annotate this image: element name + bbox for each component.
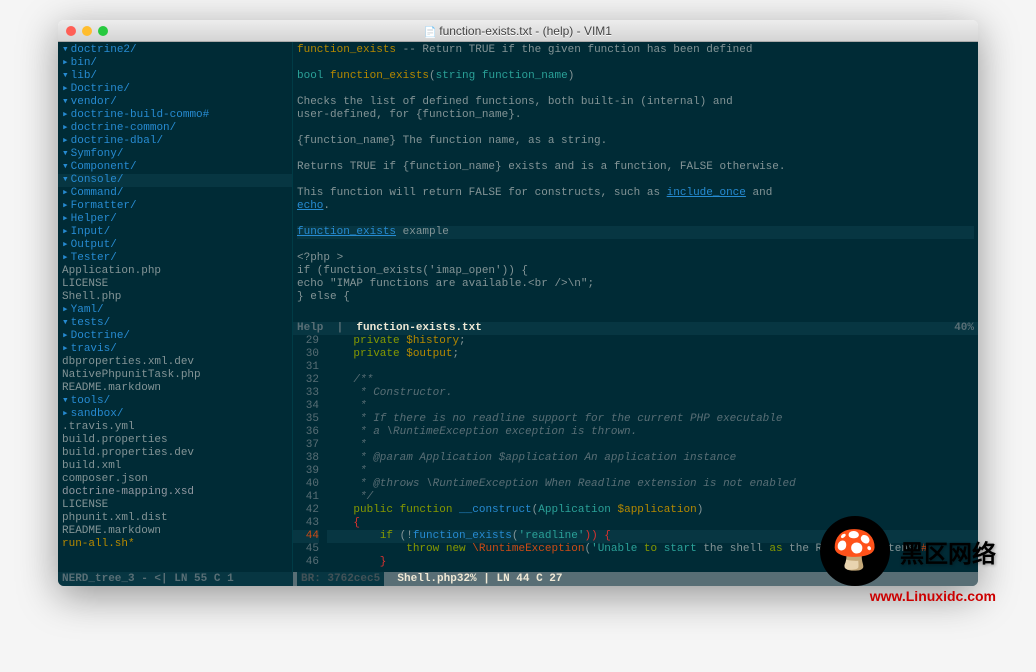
tree-statusbar: NERD_tree_3 - < | LN 55 C 1	[58, 572, 293, 586]
tree-row[interactable]: ▸ Command/	[58, 187, 292, 200]
tree-row[interactable]: run-all.sh*	[58, 538, 292, 551]
tree-row[interactable]: ▸ Doctrine/	[58, 83, 292, 96]
line-number: 46	[293, 556, 319, 569]
nerdtree-sidebar[interactable]: ▾ doctrine2/ ▸ bin/ ▾ lib/ ▸ Doctrine/ ▾…	[58, 42, 293, 572]
code-line[interactable]: * a \RuntimeException exception is throw…	[327, 426, 978, 439]
watermark-url: www.Linuxidc.com	[870, 588, 996, 604]
line-number: 37	[293, 439, 319, 452]
tree-row[interactable]: ▸ Helper/	[58, 213, 292, 226]
editor-content: ▾ doctrine2/ ▸ bin/ ▾ lib/ ▸ Doctrine/ ▾…	[58, 42, 978, 572]
editor-window: function-exists.txt - (help) - VIM1 ▾ do…	[58, 20, 978, 586]
tree-row[interactable]: README.markdown	[58, 382, 292, 395]
tree-row[interactable]: build.properties	[58, 434, 292, 447]
help-pane[interactable]: function_exists -- Return TRUE if the gi…	[293, 42, 978, 322]
tree-row[interactable]: ▸ doctrine-build-commo#	[58, 109, 292, 122]
code-line[interactable]	[327, 361, 978, 374]
code-line[interactable]: private $history;	[327, 335, 978, 348]
tree-row[interactable]: ▸ doctrine-common/	[58, 122, 292, 135]
tree-row[interactable]: NativePhpunitTask.php	[58, 369, 292, 382]
help-statusbar: Help | function-exists.txt 40%	[293, 322, 978, 335]
mushroom-icon: 🍄	[820, 516, 890, 586]
titlebar[interactable]: function-exists.txt - (help) - VIM1	[58, 20, 978, 42]
line-number: 44	[293, 530, 319, 543]
code-line[interactable]: * Constructor.	[327, 387, 978, 400]
tree-row[interactable]: build.xml	[58, 460, 292, 473]
tree-row[interactable]: Application.php	[58, 265, 292, 278]
tree-row[interactable]: doctrine-mapping.xsd	[58, 486, 292, 499]
watermark: 🍄 黑区网络 www.Linuxidc.com	[820, 516, 996, 586]
tree-row[interactable]: .travis.yml	[58, 421, 292, 434]
tree-row[interactable]: dbproperties.xml.dev	[58, 356, 292, 369]
tree-row[interactable]: ▸ doctrine-dbal/	[58, 135, 292, 148]
tree-row[interactable]: ▾ lib/	[58, 70, 292, 83]
tree-row[interactable]: build.properties.dev	[58, 447, 292, 460]
tree-row[interactable]: LICENSE	[58, 499, 292, 512]
tree-row[interactable]: ▸ travis/	[58, 343, 292, 356]
window-title: function-exists.txt - (help) - VIM1	[58, 24, 978, 38]
line-number: 30	[293, 348, 319, 361]
tree-row[interactable]: ▾ Component/	[58, 161, 292, 174]
tree-row[interactable]: ▾ Symfony/	[58, 148, 292, 161]
code-line[interactable]: * If there is no readline support for th…	[327, 413, 978, 426]
tree-row[interactable]: ▾ vendor/	[58, 96, 292, 109]
tree-row[interactable]: Shell.php	[58, 291, 292, 304]
tree-row[interactable]: ▸ Output/	[58, 239, 292, 252]
line-number: 43	[293, 517, 319, 530]
line-number: 40	[293, 478, 319, 491]
code-line[interactable]: private $output;	[327, 348, 978, 361]
tree-row[interactable]: ▾ doctrine2/	[58, 44, 292, 57]
tree-row[interactable]: ▸ Input/	[58, 226, 292, 239]
tree-row[interactable]: ▸ Tester/	[58, 252, 292, 265]
code-line[interactable]: *	[327, 400, 978, 413]
tree-row[interactable]: ▾ Console/	[58, 174, 292, 187]
help-func-name: function_exists	[297, 44, 396, 56]
tree-row[interactable]: composer.json	[58, 473, 292, 486]
line-number: 33	[293, 387, 319, 400]
line-number: 34	[293, 400, 319, 413]
watermark-text: 黑区网络	[900, 534, 996, 569]
line-number: 42	[293, 504, 319, 517]
tree-row[interactable]: ▸ Doctrine/	[58, 330, 292, 343]
link-include-once[interactable]: include_once	[667, 187, 746, 199]
link-function-exists[interactable]: function_exists	[297, 226, 396, 238]
tree-row[interactable]: phpunit.xml.dist	[58, 512, 292, 525]
line-number: 41	[293, 491, 319, 504]
line-number: 45	[293, 543, 319, 556]
right-pane: function_exists -- Return TRUE if the gi…	[293, 42, 978, 572]
code-line[interactable]: *	[327, 465, 978, 478]
tree-row[interactable]: ▸ sandbox/	[58, 408, 292, 421]
line-number: 36	[293, 426, 319, 439]
code-line[interactable]: */	[327, 491, 978, 504]
tree-row[interactable]: LICENSE	[58, 278, 292, 291]
line-number: 39	[293, 465, 319, 478]
tree-row[interactable]: ▸ Formatter/	[58, 200, 292, 213]
code-line[interactable]: *	[327, 439, 978, 452]
line-number: 29	[293, 335, 319, 348]
code-line[interactable]: * @throws \RuntimeException When Readlin…	[327, 478, 978, 491]
tree-row[interactable]: README.markdown	[58, 525, 292, 538]
line-number-gutter: 293031323334353637383940414243444546	[293, 335, 323, 572]
line-number: 35	[293, 413, 319, 426]
code-line[interactable]: /**	[327, 374, 978, 387]
tree-row[interactable]: ▸ bin/	[58, 57, 292, 70]
link-echo[interactable]: echo	[297, 200, 323, 212]
line-number: 31	[293, 361, 319, 374]
line-number: 32	[293, 374, 319, 387]
tree-row[interactable]: ▾ tools/	[58, 395, 292, 408]
tree-row[interactable]: ▾ tests/	[58, 317, 292, 330]
code-line[interactable]: * @param Application $application An app…	[327, 452, 978, 465]
line-number: 38	[293, 452, 319, 465]
tree-row[interactable]: ▸ Yaml/	[58, 304, 292, 317]
